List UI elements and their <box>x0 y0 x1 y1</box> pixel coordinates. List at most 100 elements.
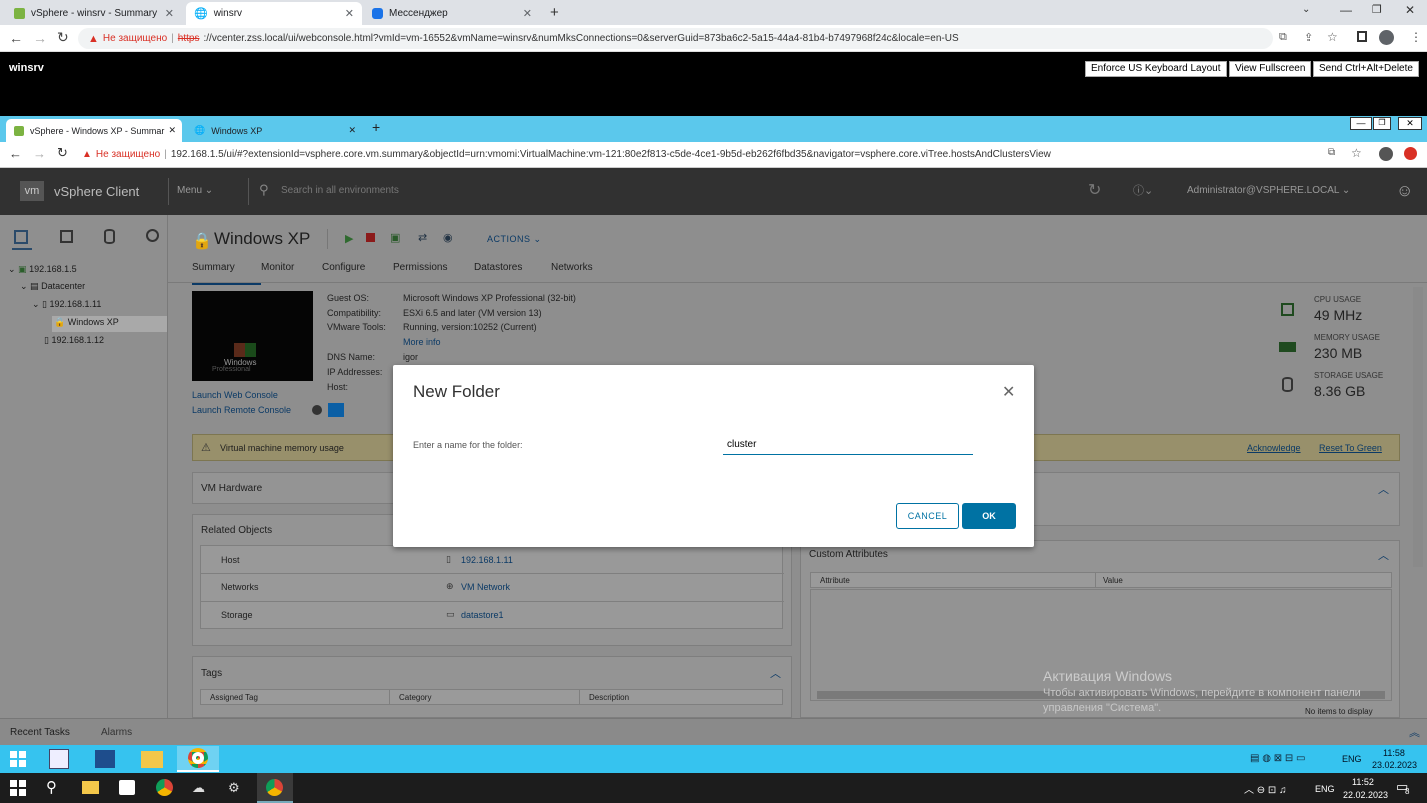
start-icon[interactable] <box>8 750 28 768</box>
file-explorer-icon[interactable] <box>82 781 99 794</box>
forward-icon[interactable]: → <box>33 30 47 46</box>
related-host-link[interactable]: 192.168.1.11 <box>461 555 513 565</box>
close-window-icon[interactable]: ✕ <box>1405 3 1415 17</box>
launch-remote-console-link[interactable]: Launch Remote Console <box>192 405 291 415</box>
inner-tab-vsphere[interactable]: vSphere - Windows XP - Summar ✕ <box>6 119 182 142</box>
profile-avatar[interactable] <box>1379 147 1393 161</box>
folder-name-input[interactable]: cluster <box>723 436 973 455</box>
chrome-icon[interactable] <box>156 779 173 796</box>
smiley-feedback-icon[interactable]: ☺ <box>1396 181 1413 201</box>
vms-templates-icon[interactable] <box>60 230 73 243</box>
tab-search-icon[interactable]: ⌄ <box>1302 4 1310 15</box>
inner-url-field[interactable]: ▲ Не защищено | 192.168.1.5/ui/#?extensi… <box>82 144 1322 165</box>
profile-avatar[interactable] <box>1379 30 1394 45</box>
ok-button[interactable]: OK <box>962 503 1016 529</box>
inner-tab-windows-xp[interactable]: 🌐 Windows XP ✕ <box>186 119 362 142</box>
share-icon[interactable]: ⇪ <box>1304 31 1313 44</box>
alarms-tab[interactable]: Alarms <box>101 727 132 738</box>
bookmark-star-icon[interactable]: ☆ <box>1351 146 1362 160</box>
more-info-link[interactable]: More info <box>403 337 441 347</box>
user-menu[interactable]: Administrator@VSPHERE.LOCAL ⌄ <box>1187 185 1350 196</box>
new-tab-icon[interactable]: + <box>372 119 380 135</box>
migrate-icon[interactable]: ⇄ <box>418 231 427 244</box>
restore-icon[interactable]: ❐ <box>1372 3 1382 16</box>
close-tab-icon[interactable]: ✕ <box>523 7 532 20</box>
close-tab-icon[interactable]: ✕ <box>348 125 356 136</box>
console-icon[interactable]: ▣ <box>390 231 400 244</box>
collapse-icon[interactable]: ︿ <box>1378 547 1389 563</box>
expand-icon[interactable]: ︽ <box>1409 724 1420 740</box>
page-scrollbar[interactable] <box>1413 287 1423 567</box>
power-off-icon[interactable] <box>366 233 375 242</box>
clock-time[interactable]: 11:52 <box>1352 777 1374 787</box>
tree-item-host-11[interactable]: ⌄ ▯ 192.168.1.11 <box>32 299 101 310</box>
close-tab-icon[interactable]: ✕ <box>345 7 354 20</box>
power-on-icon[interactable]: ▶ <box>345 232 353 245</box>
store-icon[interactable] <box>119 780 135 795</box>
chrome-icon[interactable] <box>177 746 219 772</box>
minimize-icon[interactable]: — <box>1350 117 1372 130</box>
info-icon[interactable] <box>312 405 322 415</box>
translate-icon[interactable]: ⧉ <box>1328 147 1335 158</box>
app-icon-1[interactable]: ☁ <box>192 780 205 796</box>
minimize-icon[interactable]: — <box>1340 3 1352 17</box>
launch-web-console-link[interactable]: Launch Web Console <box>192 390 278 400</box>
tray-icons[interactable]: ︿ ⊖ ⊡ ♫ <box>1244 781 1287 796</box>
vm-console-thumbnail[interactable]: Windows Professional <box>192 291 313 381</box>
tree-item-windows-xp[interactable]: 🔒 Windows XP <box>52 316 167 332</box>
recent-tasks-tab[interactable]: Recent Tasks <box>10 727 70 738</box>
tree-item-datacenter[interactable]: ⌄ ▤ Datacenter <box>20 281 85 292</box>
sidebar-icon[interactable] <box>1357 31 1367 42</box>
enforce-keyboard-button[interactable]: Enforce US Keyboard Layout <box>1085 61 1227 77</box>
menu-button[interactable]: Menu ⌄ <box>177 185 213 196</box>
outer-tab-winsrv[interactable]: 🌐 winsrv ✕ <box>186 2 362 25</box>
send-ctrl-alt-del-button[interactable]: Send Ctrl+Alt+Delete <box>1313 61 1419 77</box>
restore-icon[interactable]: ❐ <box>1373 117 1391 130</box>
back-icon[interactable]: ← <box>9 146 22 161</box>
clock-time[interactable]: 11:58 <box>1383 748 1405 758</box>
hosts-clusters-icon[interactable] <box>14 230 28 244</box>
view-fullscreen-button[interactable]: View Fullscreen <box>1229 61 1312 77</box>
file-explorer-icon[interactable] <box>131 746 173 772</box>
clock-date[interactable]: 22.02.2023 <box>1343 790 1388 800</box>
back-icon[interactable]: ← <box>9 30 23 46</box>
search-input[interactable]: Search in all environments <box>281 185 399 196</box>
new-tab-icon[interactable]: + <box>550 4 559 21</box>
reload-icon[interactable]: ↻ <box>57 145 68 161</box>
cancel-button[interactable]: CANCEL <box>896 503 959 529</box>
reset-to-green-link[interactable]: Reset To Green <box>1319 443 1382 453</box>
close-window-icon[interactable]: ✕ <box>1398 117 1422 130</box>
server-manager-icon[interactable] <box>38 746 80 772</box>
collapse-icon[interactable]: ︿ <box>770 665 781 681</box>
translate-icon[interactable]: ⧉ <box>1279 31 1287 44</box>
tree-item-host-12[interactable]: ▯ 192.168.1.12 <box>44 335 104 346</box>
related-network-link[interactable]: VM Network <box>461 582 510 592</box>
outer-tab-vsphere[interactable]: vSphere - winsrv - Summary ✕ <box>6 2 182 25</box>
update-icon[interactable] <box>1404 147 1417 160</box>
actions-menu[interactable]: ACTIONS ⌄ <box>487 234 542 245</box>
help-icon[interactable]: ⓘ⌄ <box>1133 182 1153 198</box>
close-tab-icon[interactable]: ✕ <box>165 7 174 20</box>
bookmark-star-icon[interactable]: ☆ <box>1327 30 1338 44</box>
tray-icons[interactable]: ▤ ◍ ⊠ ⊟ ▭ <box>1250 753 1306 764</box>
powershell-icon[interactable] <box>84 746 126 772</box>
tree-item-vcenter[interactable]: ⌄ ▣ 192.168.1.5 <box>8 264 77 275</box>
snapshot-icon[interactable]: ◉ <box>443 231 453 244</box>
close-icon[interactable]: ✕ <box>1002 382 1015 402</box>
acknowledge-link[interactable]: Acknowledge <box>1247 443 1301 453</box>
outer-url-field[interactable]: ▲ Не защищено | https://vcenter.zss.loca… <box>78 28 1273 49</box>
forward-icon[interactable]: → <box>33 146 46 161</box>
search-icon[interactable]: ⚲ <box>46 778 57 796</box>
chrome-active-icon[interactable] <box>257 773 293 803</box>
related-datastore-link[interactable]: datastore1 <box>461 610 504 620</box>
close-tab-icon[interactable]: ✕ <box>168 125 176 136</box>
storage-icon[interactable] <box>104 229 115 244</box>
language-indicator[interactable]: ENG <box>1342 754 1362 764</box>
start-icon[interactable] <box>10 780 26 796</box>
reload-icon[interactable]: ↻ <box>57 29 69 46</box>
networking-icon[interactable] <box>146 229 159 242</box>
language-indicator[interactable]: ENG <box>1315 784 1335 794</box>
more-menu-icon[interactable]: ⋮ <box>1410 30 1422 44</box>
clock-date[interactable]: 23.02.2023 <box>1372 760 1417 770</box>
app-icon-2[interactable]: ⚙ <box>228 780 240 796</box>
